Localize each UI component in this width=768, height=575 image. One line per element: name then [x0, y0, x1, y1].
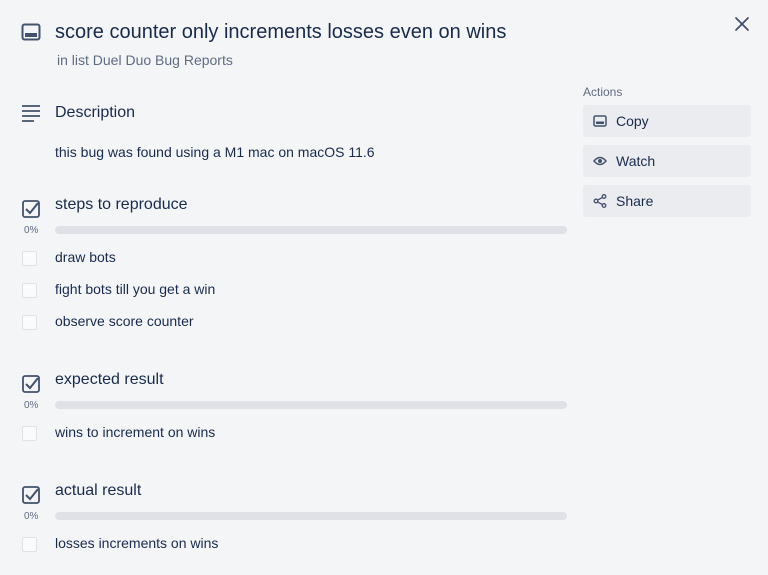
checklist-progress-bar — [55, 512, 567, 520]
checklist-item-text[interactable]: observe score counter — [55, 313, 194, 329]
checklist-progress-bar — [55, 401, 567, 409]
share-button[interactable]: Share — [583, 185, 751, 217]
checklist-item-checkbox[interactable] — [22, 537, 37, 552]
checklist-item-checkbox[interactable] — [22, 315, 37, 330]
card-icon — [593, 115, 607, 127]
description-heading: Description — [55, 104, 136, 121]
checklist-percent: 0% — [24, 400, 39, 411]
actions-label: Actions — [583, 85, 623, 99]
checklist-progress-bar — [55, 226, 567, 234]
card-title[interactable]: score counter only increments losses eve… — [55, 21, 506, 44]
checklist-icon — [22, 200, 40, 218]
copy-button-label: Copy — [616, 113, 649, 129]
share-icon — [593, 194, 607, 208]
share-button-label: Share — [616, 193, 654, 209]
checklist-icon — [22, 375, 40, 393]
checklist-percent: 0% — [24, 511, 39, 522]
description-text[interactable]: this bug was found using a M1 mac on mac… — [55, 144, 375, 160]
checklist-item-checkbox[interactable] — [22, 283, 37, 298]
watch-button-label: Watch — [616, 153, 656, 169]
description-lines-icon — [22, 105, 40, 122]
list-link[interactable]: in list Duel Duo Bug Reports — [57, 52, 233, 68]
checklist-title[interactable]: expected result — [55, 371, 164, 389]
checklist-title[interactable]: steps to reproduce — [55, 196, 188, 214]
card-icon — [21, 23, 41, 41]
checklist-icon — [22, 486, 40, 504]
copy-button[interactable]: Copy — [583, 105, 751, 137]
checklist-item-text[interactable]: fight bots till you get a win — [55, 281, 215, 297]
checklist-item-checkbox[interactable] — [22, 426, 37, 441]
checklist-item-text[interactable]: wins to increment on wins — [55, 424, 215, 440]
checklist-percent: 0% — [24, 225, 39, 236]
close-icon[interactable] — [733, 15, 751, 33]
checklist-item-text[interactable]: draw bots — [55, 249, 116, 265]
checklist-title[interactable]: actual result — [55, 482, 141, 500]
watch-button[interactable]: Watch — [583, 145, 751, 177]
eye-icon — [593, 156, 607, 166]
checklist-item-text[interactable]: losses increments on wins — [55, 535, 218, 551]
checklist-item-checkbox[interactable] — [22, 251, 37, 266]
